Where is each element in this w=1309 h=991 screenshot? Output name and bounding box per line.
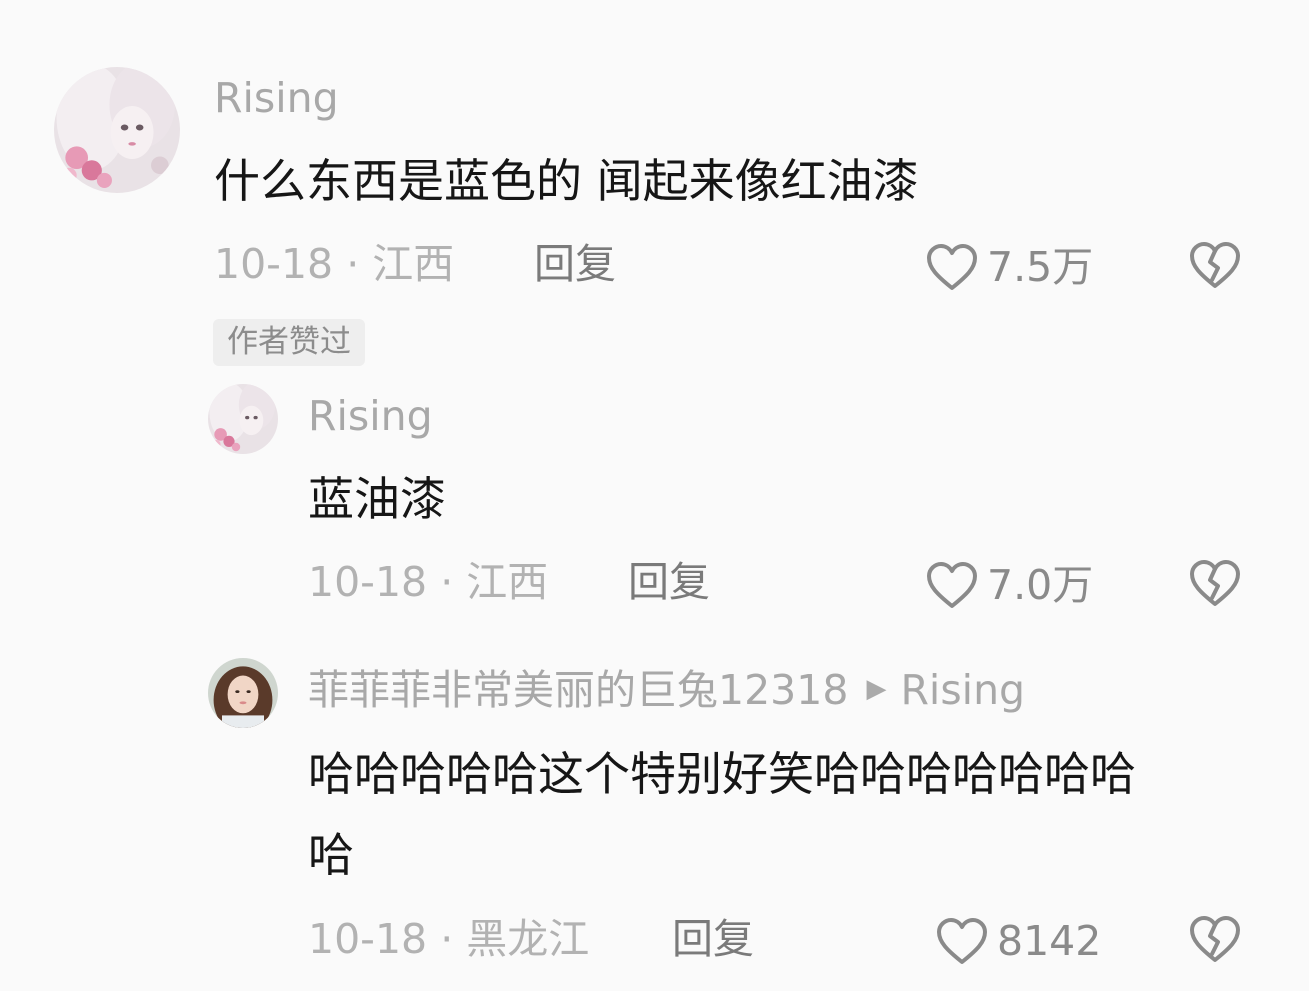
like-button[interactable]: 7.0万: [925, 560, 1093, 610]
comment-date: 10-18: [308, 915, 428, 963]
author-liked-badge: 作者赞过: [213, 319, 365, 366]
username[interactable]: Rising: [214, 78, 339, 119]
dislike-button[interactable]: [1187, 914, 1243, 964]
like-button[interactable]: 7.5万: [925, 242, 1093, 292]
comment-location: 江西: [466, 558, 549, 606]
broken-heart-icon: [1190, 916, 1240, 962]
reply-button[interactable]: 回复: [534, 244, 616, 285]
comment-meta: 10-18 · 江西: [214, 244, 454, 285]
like-count: 8142: [997, 916, 1102, 965]
like-count: 7.0万: [987, 560, 1094, 609]
comment-location: 江西: [372, 240, 455, 288]
heart-outline-icon: [927, 244, 977, 290]
separator: ·: [440, 915, 467, 963]
like-button[interactable]: 8142: [935, 916, 1101, 966]
girl-photo-avatar-icon: [208, 658, 278, 728]
heart-outline-icon: [937, 918, 987, 964]
triangle-right-icon: ▶: [866, 673, 887, 704]
username[interactable]: Rising: [308, 396, 433, 437]
comment-text: 蓝油漆: [308, 472, 446, 526]
broken-heart-icon: [1190, 242, 1240, 288]
dislike-button[interactable]: [1187, 558, 1243, 608]
heart-outline-icon: [927, 562, 977, 608]
comment-meta: 10-18 · 江西: [308, 562, 548, 603]
avatar[interactable]: [208, 658, 278, 728]
username[interactable]: 菲菲菲非常美丽的巨兔12318: [308, 670, 848, 711]
comment-text-line-1: 哈哈哈哈哈这个特别好笑哈哈哈哈哈哈哈: [308, 747, 1136, 801]
separator: ·: [346, 240, 373, 288]
anime-girl-avatar-icon: [54, 67, 180, 193]
reply-button[interactable]: 回复: [628, 562, 710, 603]
comment-date: 10-18: [214, 240, 334, 288]
comment-text: 什么东西是蓝色的 闻起来像红油漆: [214, 154, 919, 208]
dislike-button[interactable]: [1187, 240, 1243, 290]
comment-date: 10-18: [308, 558, 428, 606]
comment-header: 菲菲菲非常美丽的巨兔12318 ▶ Rising: [308, 670, 1025, 711]
comment-location: 黑龙江: [466, 915, 590, 963]
anime-girl-avatar-icon: [208, 384, 278, 454]
reply-to-username[interactable]: Rising: [900, 670, 1025, 711]
separator: ·: [440, 558, 467, 606]
reply-button[interactable]: 回复: [672, 919, 754, 960]
avatar[interactable]: [54, 67, 180, 193]
comment-meta: 10-18 · 黑龙江: [308, 919, 589, 960]
broken-heart-icon: [1190, 560, 1240, 606]
like-count: 7.5万: [987, 242, 1094, 291]
comment-text-line-2: 哈: [308, 828, 354, 882]
avatar[interactable]: [208, 384, 278, 454]
